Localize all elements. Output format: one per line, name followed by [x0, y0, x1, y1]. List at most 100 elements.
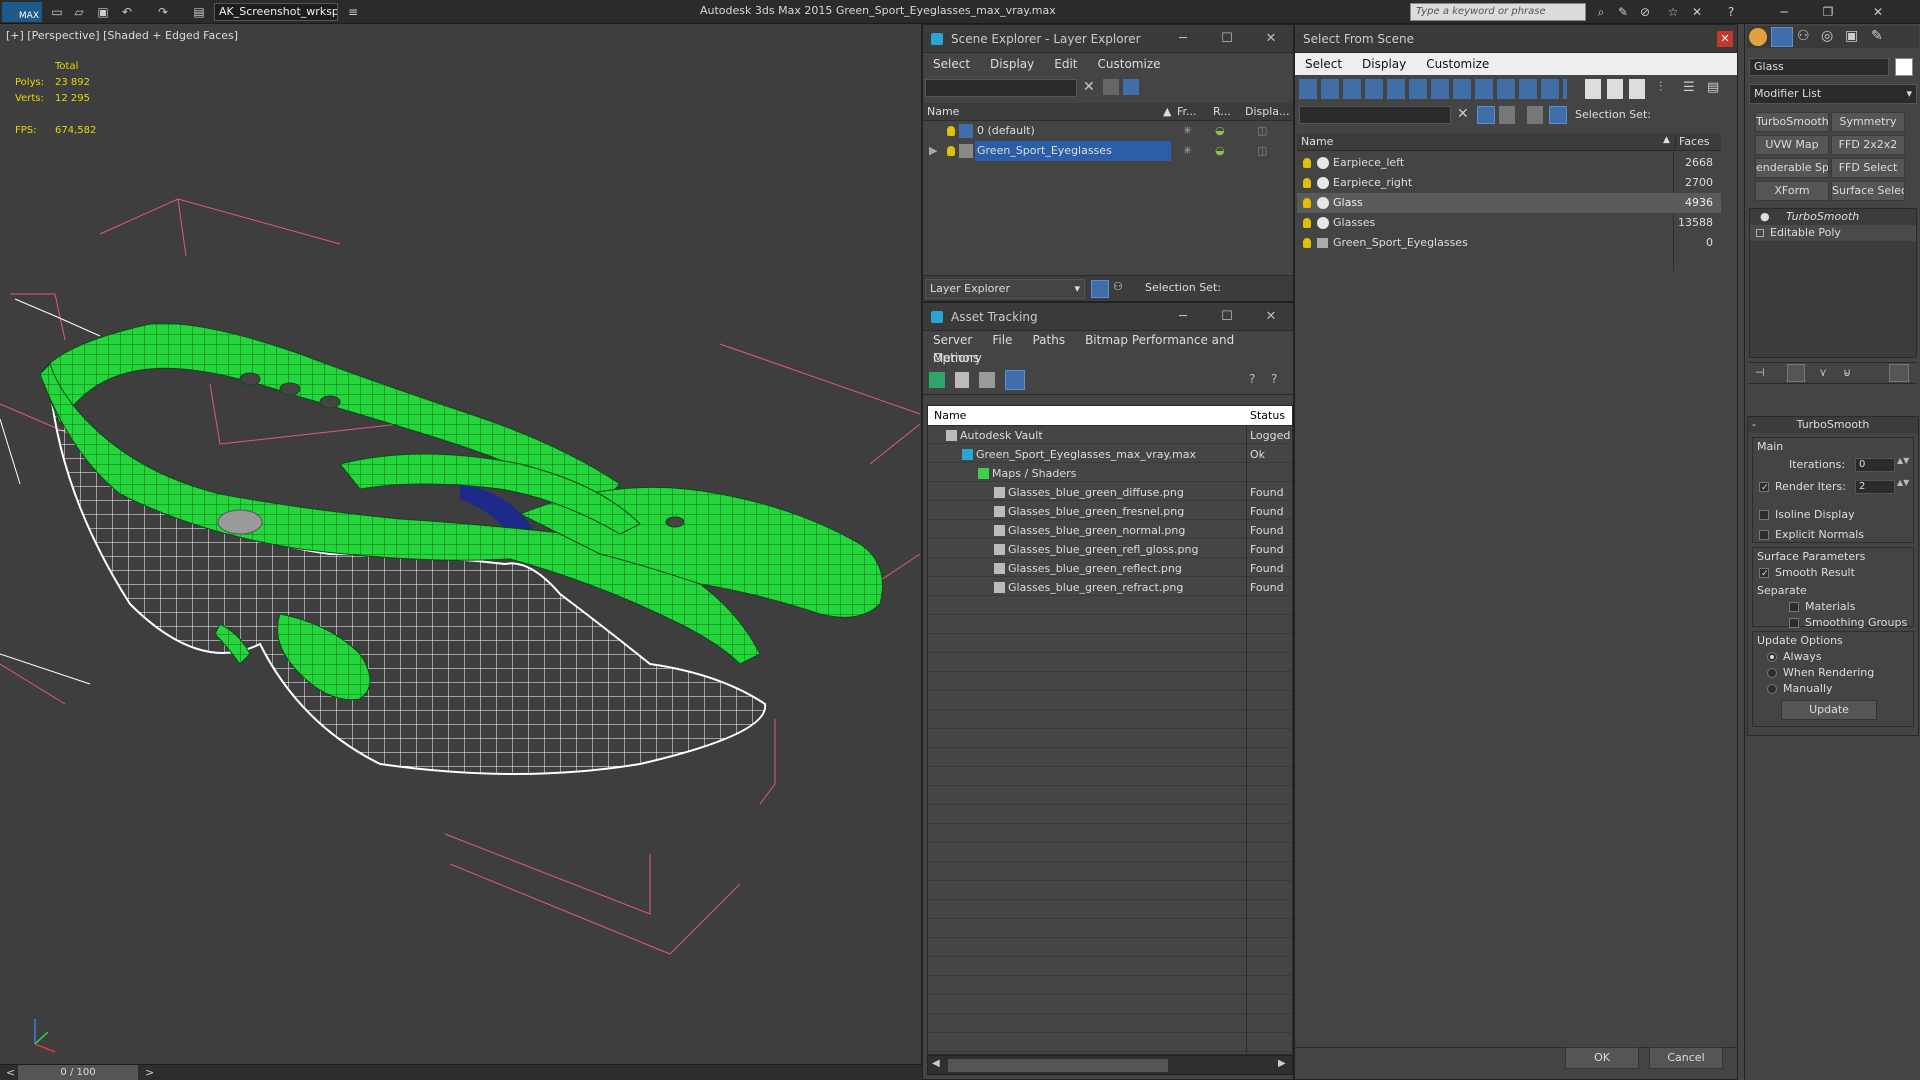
ffd-select-button[interactable]: FFD Select [1831, 158, 1905, 178]
smooth-result-checkbox[interactable]: Smooth Result [1759, 566, 1855, 579]
help-icon[interactable]: ? [1249, 372, 1255, 386]
asset-row[interactable]: Maps / Shaders [928, 464, 1292, 483]
asset-tracking-titlebar[interactable]: Asset Tracking ─ ☐ ✕ [923, 303, 1293, 331]
communication-icon[interactable]: ✕ [1688, 3, 1706, 21]
pin-stack-icon[interactable]: ⊣ [1755, 366, 1765, 379]
layer-row[interactable]: ▶ Green_Sport_Eyeglasses ✳ ◒ ◫ [923, 141, 1293, 161]
close-icon[interactable]: ✕ [1249, 303, 1293, 331]
hierarchy-icon[interactable]: ⚇ [1113, 280, 1123, 293]
light-bulb-icon[interactable] [1303, 158, 1311, 168]
favorites-icon[interactable]: ☆ [1664, 3, 1682, 21]
maximize-icon[interactable]: ❐ [1806, 0, 1850, 24]
table-icon[interactable] [979, 372, 995, 388]
time-prev-button[interactable]: < [6, 1066, 15, 1079]
light-bulb-icon[interactable] [1303, 198, 1311, 208]
light-bulb-icon[interactable] [947, 126, 955, 136]
asset-row[interactable]: Green_Sport_Eyeglasses_max_vray.max Ok [928, 445, 1292, 464]
stack-item-editable-poly[interactable]: Editable Poly [1750, 225, 1916, 241]
always-radio[interactable]: Always [1767, 650, 1822, 663]
minimize-icon[interactable]: ─ [1161, 25, 1205, 53]
minimize-icon[interactable]: ─ [1762, 0, 1806, 24]
asset-row[interactable]: Glasses_blue_green_normal.png Found [928, 521, 1292, 540]
asset-row[interactable]: Glasses_blue_green_refl_gloss.png Found [928, 540, 1292, 559]
workspace-menu-icon[interactable]: ≡ [344, 3, 362, 21]
minimize-icon[interactable]: ─ [1161, 303, 1205, 331]
show-end-result-icon[interactable] [1787, 364, 1805, 382]
menu-edit[interactable]: Edit [1054, 57, 1077, 71]
remove-modifier-icon[interactable]: ⊌ [1843, 366, 1851, 379]
display-tab-icon[interactable]: ▣ [1845, 28, 1858, 44]
modify-tab-icon[interactable] [1771, 27, 1793, 47]
spinner-arrows-icon[interactable]: ▲▼ [1897, 456, 1909, 465]
col-status[interactable]: Status [1250, 406, 1285, 426]
scroll-thumb[interactable] [948, 1059, 1168, 1072]
rollout-header[interactable]: - TurboSmooth [1748, 417, 1918, 433]
filter-icon[interactable]: ⫶ [1659, 80, 1662, 95]
smoothing-groups-checkbox[interactable]: Smoothing Groups [1789, 616, 1907, 629]
object-row[interactable]: Glass 4936 [1297, 193, 1721, 213]
funnel-icon[interactable] [1477, 106, 1495, 124]
list-icon[interactable] [955, 372, 969, 388]
object-row[interactable]: Green_Sport_Eyeglasses 0 [1297, 233, 1721, 253]
motion-tab-icon[interactable]: ◎ [1821, 28, 1833, 44]
col-display[interactable]: Displa... [1245, 103, 1290, 121]
maximize-icon[interactable]: ☐ [1205, 25, 1249, 53]
menu-options[interactable]: Options [933, 351, 979, 365]
menu-file[interactable]: File [992, 333, 1012, 347]
type-filter-icons[interactable] [1299, 79, 1567, 99]
make-unique-icon[interactable]: ⋎ [1819, 366, 1827, 379]
display-icon[interactable]: ◫ [1257, 121, 1267, 141]
horizontal-scrollbar[interactable]: ◀ ▶ [927, 1055, 1293, 1075]
search-input[interactable]: Type a keyword or phrase [1410, 3, 1586, 21]
close-icon[interactable]: ✕ [1717, 31, 1733, 47]
binoculars-icon[interactable]: ⌕ [1592, 3, 1610, 21]
close-icon[interactable]: ✕ [1856, 0, 1900, 24]
undo-icon[interactable]: ↶ [118, 3, 136, 21]
grid-view-icon[interactable] [1005, 370, 1025, 390]
col-name[interactable]: Name [934, 406, 966, 426]
asset-row[interactable]: Glasses_blue_green_reflect.png Found [928, 559, 1292, 578]
render-teapot-icon[interactable]: ◒ [1215, 121, 1225, 141]
light-bulb-icon[interactable] [1303, 238, 1311, 248]
hierarchy-filter-icon[interactable]: ☰ [1683, 80, 1695, 95]
light-bulb-icon[interactable] [1303, 178, 1311, 188]
close-icon[interactable]: ✕ [1249, 25, 1293, 53]
time-slider[interactable]: < 0 / 100 > [0, 1064, 922, 1080]
layer-icon[interactable] [1123, 79, 1139, 95]
project-folder-icon[interactable]: ▤ [190, 3, 208, 21]
light-bulb-icon[interactable] [947, 146, 955, 156]
render-iters-toggle[interactable]: Render Iters: [1759, 480, 1846, 493]
vault-help-icon[interactable]: ? [1271, 372, 1277, 386]
col-render[interactable]: R... [1213, 103, 1231, 121]
asset-row[interactable]: Glasses_blue_green_diffuse.png Found [928, 483, 1292, 502]
menu-customize[interactable]: Customize [1098, 57, 1161, 71]
spinner-arrows-icon[interactable]: ▲▼ [1897, 478, 1909, 487]
xform-button[interactable]: XForm [1755, 181, 1829, 201]
time-next-button[interactable]: > [145, 1066, 154, 1079]
scroll-right-icon[interactable]: ▶ [1278, 1058, 1286, 1069]
asset-row[interactable]: Autodesk Vault Logged [928, 426, 1292, 445]
modifier-list-dropdown[interactable]: Modifier List ▾ [1749, 84, 1917, 104]
light-bulb-icon[interactable] [1303, 218, 1311, 228]
perspective-viewport[interactable]: [+] [Perspective] [Shaded + Edged Faces]… [0, 24, 922, 1064]
materials-checkbox[interactable]: Materials [1789, 600, 1855, 613]
open-file-icon[interactable]: ▱ [70, 3, 88, 21]
expand-arrow-icon[interactable]: ▶ [929, 141, 937, 161]
display-icon[interactable]: ◫ [1257, 141, 1267, 161]
hierarchy-tab-icon[interactable]: ⚇ [1797, 28, 1810, 44]
maximize-icon[interactable]: ☐ [1205, 303, 1249, 331]
tools-icon[interactable]: ✎ [1614, 3, 1632, 21]
workspace-dropdown[interactable]: AK_Screenshot_wrksp ▾ [214, 3, 338, 21]
selection-mode-icons[interactable] [1585, 79, 1649, 99]
turbosmooth-button[interactable]: TurboSmooth [1755, 112, 1829, 132]
layer-icon[interactable] [1527, 106, 1543, 124]
renderable-spline-button[interactable]: enderable Splir [1755, 158, 1829, 178]
menu-paths[interactable]: Paths [1032, 333, 1065, 347]
surface-select-button[interactable]: Surface Select [1831, 181, 1905, 201]
hierarchy-icon[interactable] [1549, 106, 1567, 124]
menu-select[interactable]: Select [933, 57, 970, 71]
when-rendering-radio[interactable]: When Rendering [1767, 666, 1874, 679]
col-name[interactable]: Name [927, 103, 959, 121]
find-icon[interactable] [1499, 106, 1515, 124]
redo-icon[interactable]: ↷ [154, 3, 172, 21]
